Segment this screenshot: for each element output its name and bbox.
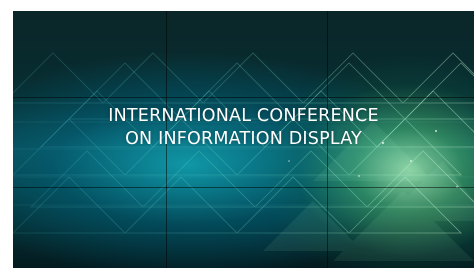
- page: INTERNATIONAL CONFERENCE ON INFORMATION …: [0, 0, 474, 268]
- conference-title: INTERNATIONAL CONFERENCE ON INFORMATION …: [13, 102, 474, 153]
- conference-title-line-2: ON INFORMATION DISPLAY: [125, 129, 362, 149]
- screen-bezel-horizontal-1: [13, 97, 474, 98]
- screen-bezel-horizontal-2: [13, 187, 474, 188]
